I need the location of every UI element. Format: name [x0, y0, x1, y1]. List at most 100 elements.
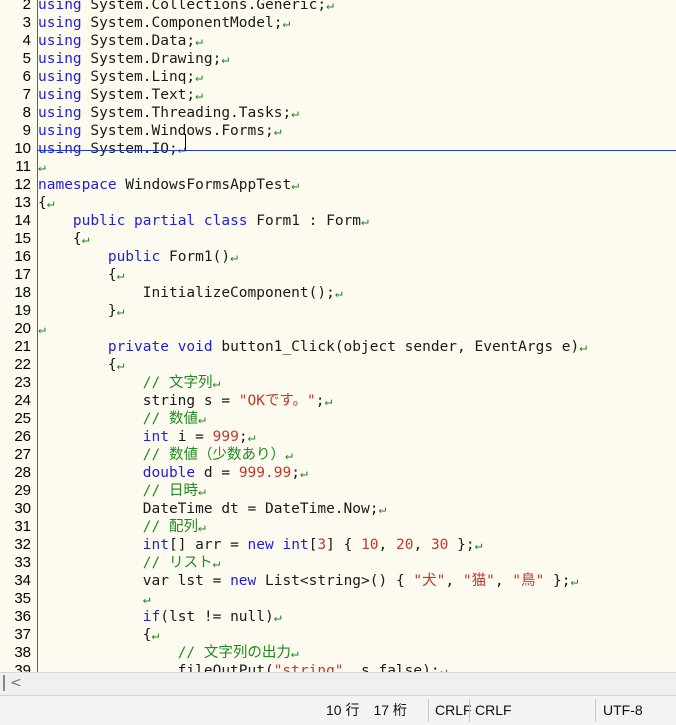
newline-mark-icon: ↵ — [116, 358, 125, 373]
code-text[interactable]: namespace WindowsFormsAppTest↵ — [38, 176, 299, 195]
code-line[interactable]: 17 {↵ — [0, 266, 676, 284]
code-text[interactable]: // リスト↵ — [38, 554, 221, 573]
code-line[interactable]: 29 // 日時↵ — [0, 482, 676, 500]
code-line[interactable]: 28 double d = 999.99;↵ — [0, 464, 676, 482]
code-text[interactable]: public Form1()↵ — [38, 248, 238, 267]
code-text[interactable]: ↵ — [38, 590, 151, 609]
code-text[interactable]: private void button1_Click(object sender… — [38, 338, 587, 357]
scroll-left-arrow-icon[interactable]: < — [10, 675, 22, 691]
code-text[interactable]: using System.Collections.Generic;↵ — [38, 0, 334, 15]
code-text[interactable]: // 数値↵ — [38, 410, 206, 429]
code-text[interactable]: using System.Linq;↵ — [38, 68, 203, 87]
code-line[interactable]: 8 using System.Threading.Tasks;↵ — [0, 104, 676, 122]
code-editor[interactable]: 2 using System.Collections.Generic;↵ 3 usin… — [0, 0, 676, 672]
code-line[interactable]: 22 {↵ — [0, 356, 676, 374]
horizontal-scrollbar[interactable]: < — [0, 672, 676, 695]
code-line[interactable]: 2 using System.Collections.Generic;↵ — [0, 0, 676, 14]
code-line[interactable]: 15 {↵ — [0, 230, 676, 248]
code-text[interactable]: using System.Data;↵ — [38, 32, 203, 51]
code-line[interactable]: 38 // 文字列の出力↵ — [0, 644, 676, 662]
code-text[interactable]: int[] arr = new int[3] { 10, 20, 30 };↵ — [38, 536, 483, 555]
code-text[interactable]: int i = 999;↵ — [38, 428, 256, 447]
code-text[interactable]: // 配列↵ — [38, 518, 206, 537]
code-line[interactable]: 21 private void button1_Click(object sen… — [0, 338, 676, 356]
code-line[interactable]: 24 string s = "OKです。";↵ — [0, 392, 676, 410]
code-text[interactable]: using System.ComponentModel;↵ — [38, 14, 290, 33]
newline-mark-icon: ↵ — [273, 610, 282, 625]
code-line[interactable]: 6 using System.Linq;↵ — [0, 68, 676, 86]
code-text[interactable]: fileOutPut("string", s,false);↵ — [38, 662, 448, 672]
code-text[interactable]: }↵ — [38, 302, 125, 321]
code-line[interactable]: 9 using System.Windows.Forms;↵ — [0, 122, 676, 140]
code-line[interactable]: 7 using System.Text;↵ — [0, 86, 676, 104]
code-text[interactable]: InitializeComponent();↵ — [38, 284, 343, 303]
code-text[interactable]: {↵ — [38, 626, 160, 645]
code-text[interactable]: using System.Windows.Forms;↵ — [38, 122, 282, 141]
code-line[interactable]: 3 using System.ComponentModel;↵ — [0, 14, 676, 32]
code-line[interactable]: 32 int[] arr = new int[3] { 10, 20, 30 }… — [0, 536, 676, 554]
code-line[interactable]: 30 DateTime dt = DateTime.Now;↵ — [0, 500, 676, 518]
code-text[interactable]: // 文字列↵ — [38, 374, 221, 393]
code-line[interactable]: 18 InitializeComponent();↵ — [0, 284, 676, 302]
code-line[interactable]: 13 {↵ — [0, 194, 676, 212]
code-text[interactable]: using System.Text;↵ — [38, 86, 203, 105]
code-line[interactable]: 11 ↵ — [0, 158, 676, 176]
newline-mark-icon: ↵ — [38, 160, 46, 175]
code-text[interactable]: string s = "OKです。";↵ — [38, 392, 333, 411]
code-text[interactable]: using System.Drawing;↵ — [38, 50, 229, 69]
newline-mark-icon: ↵ — [474, 538, 483, 553]
code-text[interactable]: // 数値（少数あり）↵ — [38, 446, 293, 465]
code-line[interactable]: 10 using System.IO;↵ — [0, 140, 676, 158]
encoding-indicator[interactable]: UTF-8 — [603, 696, 643, 725]
code-line[interactable]: 19 }↵ — [0, 302, 676, 320]
code-line[interactable]: 33 // リスト↵ — [0, 554, 676, 572]
line-number: 18 — [14, 284, 31, 301]
code-line[interactable]: 20 ↵ — [0, 320, 676, 338]
code-text[interactable]: DateTime dt = DateTime.Now;↵ — [38, 500, 387, 519]
code-line[interactable]: 39 fileOutPut("string", s,false);↵ — [0, 662, 676, 672]
code-line[interactable]: 25 // 数値↵ — [0, 410, 676, 428]
line-number: 36 — [14, 608, 31, 625]
newline-mark-icon: ↵ — [230, 250, 238, 265]
code-line[interactable]: 5 using System.Drawing;↵ — [0, 50, 676, 68]
line-number: 8 — [22, 104, 31, 121]
code-text[interactable]: double d = 999.99;↵ — [38, 464, 308, 483]
code-text[interactable]: var lst = new List<string>() { "犬", "猫",… — [38, 572, 579, 591]
code-line[interactable]: 27 // 数値（少数あり）↵ — [0, 446, 676, 464]
line-number: 39 — [14, 662, 31, 672]
line-number: 38 — [14, 644, 31, 661]
code-text[interactable]: ↵ — [38, 320, 46, 339]
code-text[interactable]: using System.Threading.Tasks;↵ — [38, 104, 299, 123]
newline-mark-icon: ↵ — [151, 628, 160, 643]
code-text[interactable]: {↵ — [38, 230, 90, 249]
code-line[interactable]: 36 if(lst != null)↵ — [0, 608, 676, 626]
code-text[interactable]: // 日時↵ — [38, 482, 206, 501]
code-line[interactable]: 4 using System.Data;↵ — [0, 32, 676, 50]
code-text[interactable]: {↵ — [38, 194, 55, 213]
code-text[interactable]: {↵ — [38, 266, 125, 285]
code-line[interactable]: 12 namespace WindowsFormsAppTest↵ — [0, 176, 676, 194]
code-line[interactable]: 16 public Form1()↵ — [0, 248, 676, 266]
code-text[interactable]: ↵ — [38, 158, 46, 177]
line-ending-indicator-2[interactable]: CRLF — [475, 696, 512, 725]
line-number: 7 — [22, 86, 31, 103]
code-line[interactable]: 14 public partial class Form1 : Form↵ — [0, 212, 676, 230]
code-line[interactable]: 23 // 文字列↵ — [0, 374, 676, 392]
code-text[interactable]: public partial class Form1 : Form↵ — [38, 212, 369, 231]
line-ending-indicator[interactable]: CRLF — [435, 696, 472, 725]
newline-mark-icon: ↵ — [116, 304, 125, 319]
newline-mark-icon: ↵ — [195, 88, 203, 103]
newline-mark-icon: ↵ — [291, 178, 300, 193]
cursor-position[interactable]: 10 行 17 桁 — [326, 696, 407, 725]
code-line[interactable]: 37 {↵ — [0, 626, 676, 644]
code-text[interactable]: // 文字列の出力↵ — [38, 644, 299, 663]
code-line[interactable]: 34 var lst = new List<string>() { "犬", "… — [0, 572, 676, 590]
code-line[interactable]: 26 int i = 999;↵ — [0, 428, 676, 446]
code-line[interactable]: 35 ↵ — [0, 590, 676, 608]
newline-mark-icon: ↵ — [247, 430, 256, 445]
code-line[interactable]: 31 // 配列↵ — [0, 518, 676, 536]
line-number: 19 — [14, 302, 31, 319]
line-number: 29 — [14, 482, 31, 499]
code-text[interactable]: if(lst != null)↵ — [38, 608, 282, 627]
code-text[interactable]: {↵ — [38, 356, 125, 375]
